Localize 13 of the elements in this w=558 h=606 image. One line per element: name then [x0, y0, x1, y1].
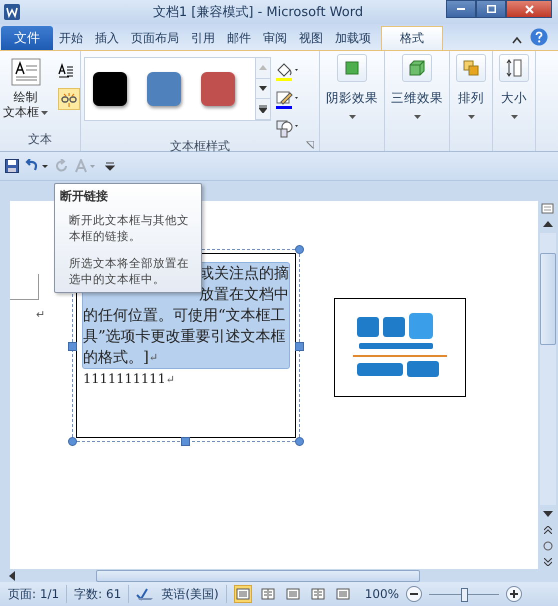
- text-line: 的格式。]: [83, 347, 149, 368]
- group-label: 文本: [27, 131, 53, 148]
- paragraph-mark: ↵: [36, 308, 46, 321]
- window-title: 文档1 [兼容模式] - Microsoft Word: [152, 4, 364, 21]
- tooltip-text: 断开此文本框与其他文本框的链接。: [69, 213, 190, 244]
- text-line: 1111111111: [83, 371, 166, 389]
- group-label: 文本框样式: [170, 138, 230, 155]
- text-line: 具”选项卡更改重要引述文本框: [83, 326, 286, 347]
- paragraph-mark: ↵: [148, 350, 158, 366]
- text-line: 放置在文档中: [199, 284, 289, 305]
- tooltip-title: 断开链接: [60, 189, 109, 204]
- paragraph-mark: ↵: [166, 372, 175, 388]
- text-line: 的任何位置。可使用“文本框工: [83, 305, 286, 326]
